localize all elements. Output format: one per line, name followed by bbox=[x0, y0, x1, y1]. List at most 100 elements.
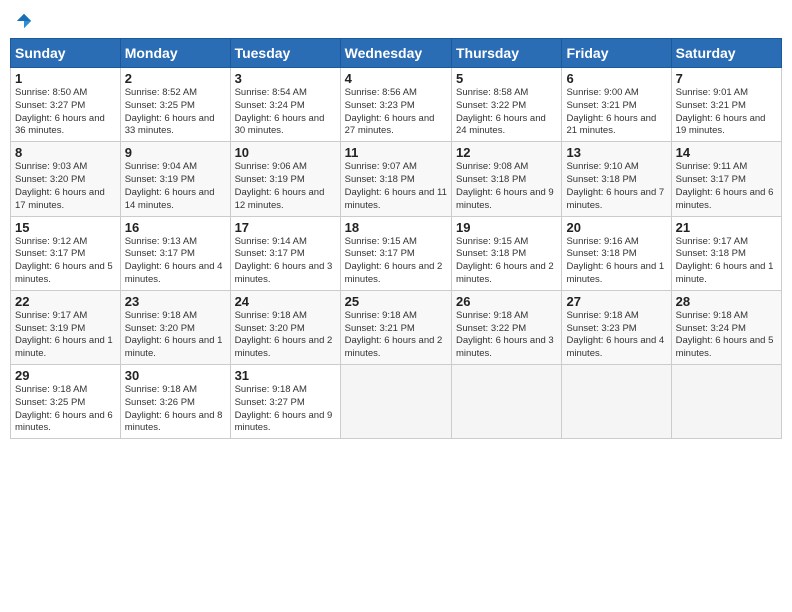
calendar-cell: 15 Sunrise: 9:12 AM Sunset: 3:17 PM Dayl… bbox=[11, 216, 121, 290]
day-info: Sunrise: 9:03 AM Sunset: 3:20 PM Dayligh… bbox=[15, 161, 116, 212]
day-info: Sunrise: 9:17 AM Sunset: 3:18 PM Dayligh… bbox=[676, 236, 777, 287]
day-number: 13 bbox=[566, 145, 666, 160]
day-number: 16 bbox=[125, 220, 226, 235]
calendar-cell: 18 Sunrise: 9:15 AM Sunset: 3:17 PM Dayl… bbox=[340, 216, 451, 290]
calendar-cell bbox=[562, 365, 671, 439]
day-number: 20 bbox=[566, 220, 666, 235]
calendar-cell: 5 Sunrise: 8:58 AM Sunset: 3:22 PM Dayli… bbox=[451, 68, 561, 142]
day-info: Sunrise: 9:06 AM Sunset: 3:19 PM Dayligh… bbox=[235, 161, 336, 212]
day-info: Sunrise: 9:18 AM Sunset: 3:25 PM Dayligh… bbox=[15, 384, 116, 435]
day-info: Sunrise: 9:16 AM Sunset: 3:18 PM Dayligh… bbox=[566, 236, 666, 287]
day-number: 14 bbox=[676, 145, 777, 160]
calendar-cell: 7 Sunrise: 9:01 AM Sunset: 3:21 PM Dayli… bbox=[671, 68, 781, 142]
col-header-wednesday: Wednesday bbox=[340, 39, 451, 68]
day-number: 23 bbox=[125, 294, 226, 309]
logo-icon bbox=[15, 12, 33, 30]
calendar-cell: 23 Sunrise: 9:18 AM Sunset: 3:20 PM Dayl… bbox=[120, 290, 230, 364]
day-number: 1 bbox=[15, 71, 116, 86]
day-info: Sunrise: 8:58 AM Sunset: 3:22 PM Dayligh… bbox=[456, 87, 557, 138]
day-number: 15 bbox=[15, 220, 116, 235]
day-info: Sunrise: 9:15 AM Sunset: 3:18 PM Dayligh… bbox=[456, 236, 557, 287]
calendar-cell bbox=[671, 365, 781, 439]
calendar-cell: 17 Sunrise: 9:14 AM Sunset: 3:17 PM Dayl… bbox=[230, 216, 340, 290]
calendar-cell: 29 Sunrise: 9:18 AM Sunset: 3:25 PM Dayl… bbox=[11, 365, 121, 439]
day-info: Sunrise: 9:08 AM Sunset: 3:18 PM Dayligh… bbox=[456, 161, 557, 212]
day-info: Sunrise: 9:14 AM Sunset: 3:17 PM Dayligh… bbox=[235, 236, 336, 287]
day-info: Sunrise: 9:18 AM Sunset: 3:27 PM Dayligh… bbox=[235, 384, 336, 435]
calendar-cell: 14 Sunrise: 9:11 AM Sunset: 3:17 PM Dayl… bbox=[671, 142, 781, 216]
calendar-cell: 4 Sunrise: 8:56 AM Sunset: 3:23 PM Dayli… bbox=[340, 68, 451, 142]
day-number: 8 bbox=[15, 145, 116, 160]
day-info: Sunrise: 9:18 AM Sunset: 3:26 PM Dayligh… bbox=[125, 384, 226, 435]
calendar-header-row: SundayMondayTuesdayWednesdayThursdayFrid… bbox=[11, 39, 782, 68]
calendar-cell: 2 Sunrise: 8:52 AM Sunset: 3:25 PM Dayli… bbox=[120, 68, 230, 142]
calendar-cell: 20 Sunrise: 9:16 AM Sunset: 3:18 PM Dayl… bbox=[562, 216, 671, 290]
day-info: Sunrise: 8:54 AM Sunset: 3:24 PM Dayligh… bbox=[235, 87, 336, 138]
calendar-cell: 30 Sunrise: 9:18 AM Sunset: 3:26 PM Dayl… bbox=[120, 365, 230, 439]
calendar-cell: 21 Sunrise: 9:17 AM Sunset: 3:18 PM Dayl… bbox=[671, 216, 781, 290]
day-number: 26 bbox=[456, 294, 557, 309]
calendar-cell: 8 Sunrise: 9:03 AM Sunset: 3:20 PM Dayli… bbox=[11, 142, 121, 216]
page-header bbox=[10, 10, 782, 30]
calendar-cell: 9 Sunrise: 9:04 AM Sunset: 3:19 PM Dayli… bbox=[120, 142, 230, 216]
day-number: 28 bbox=[676, 294, 777, 309]
calendar-week-1: 1 Sunrise: 8:50 AM Sunset: 3:27 PM Dayli… bbox=[11, 68, 782, 142]
calendar-week-2: 8 Sunrise: 9:03 AM Sunset: 3:20 PM Dayli… bbox=[11, 142, 782, 216]
day-number: 7 bbox=[676, 71, 777, 86]
day-info: Sunrise: 9:18 AM Sunset: 3:23 PM Dayligh… bbox=[566, 310, 666, 361]
logo bbox=[14, 14, 33, 30]
day-info: Sunrise: 9:18 AM Sunset: 3:20 PM Dayligh… bbox=[125, 310, 226, 361]
calendar-cell: 1 Sunrise: 8:50 AM Sunset: 3:27 PM Dayli… bbox=[11, 68, 121, 142]
day-number: 22 bbox=[15, 294, 116, 309]
day-info: Sunrise: 9:13 AM Sunset: 3:17 PM Dayligh… bbox=[125, 236, 226, 287]
calendar-cell: 22 Sunrise: 9:17 AM Sunset: 3:19 PM Dayl… bbox=[11, 290, 121, 364]
calendar-cell: 28 Sunrise: 9:18 AM Sunset: 3:24 PM Dayl… bbox=[671, 290, 781, 364]
day-number: 17 bbox=[235, 220, 336, 235]
calendar-cell: 31 Sunrise: 9:18 AM Sunset: 3:27 PM Dayl… bbox=[230, 365, 340, 439]
day-number: 12 bbox=[456, 145, 557, 160]
col-header-saturday: Saturday bbox=[671, 39, 781, 68]
day-info: Sunrise: 9:15 AM Sunset: 3:17 PM Dayligh… bbox=[345, 236, 447, 287]
col-header-sunday: Sunday bbox=[11, 39, 121, 68]
day-number: 24 bbox=[235, 294, 336, 309]
day-info: Sunrise: 8:56 AM Sunset: 3:23 PM Dayligh… bbox=[345, 87, 447, 138]
day-number: 21 bbox=[676, 220, 777, 235]
calendar-cell bbox=[451, 365, 561, 439]
day-info: Sunrise: 9:00 AM Sunset: 3:21 PM Dayligh… bbox=[566, 87, 666, 138]
calendar-cell: 11 Sunrise: 9:07 AM Sunset: 3:18 PM Dayl… bbox=[340, 142, 451, 216]
day-number: 27 bbox=[566, 294, 666, 309]
day-info: Sunrise: 9:10 AM Sunset: 3:18 PM Dayligh… bbox=[566, 161, 666, 212]
calendar-cell bbox=[340, 365, 451, 439]
col-header-friday: Friday bbox=[562, 39, 671, 68]
day-info: Sunrise: 9:18 AM Sunset: 3:20 PM Dayligh… bbox=[235, 310, 336, 361]
day-number: 6 bbox=[566, 71, 666, 86]
calendar-cell: 26 Sunrise: 9:18 AM Sunset: 3:22 PM Dayl… bbox=[451, 290, 561, 364]
day-number: 11 bbox=[345, 145, 447, 160]
day-number: 25 bbox=[345, 294, 447, 309]
day-info: Sunrise: 9:07 AM Sunset: 3:18 PM Dayligh… bbox=[345, 161, 447, 212]
calendar-week-4: 22 Sunrise: 9:17 AM Sunset: 3:19 PM Dayl… bbox=[11, 290, 782, 364]
day-info: Sunrise: 9:12 AM Sunset: 3:17 PM Dayligh… bbox=[15, 236, 116, 287]
day-number: 9 bbox=[125, 145, 226, 160]
calendar-cell: 10 Sunrise: 9:06 AM Sunset: 3:19 PM Dayl… bbox=[230, 142, 340, 216]
calendar-cell: 6 Sunrise: 9:00 AM Sunset: 3:21 PM Dayli… bbox=[562, 68, 671, 142]
day-info: Sunrise: 9:04 AM Sunset: 3:19 PM Dayligh… bbox=[125, 161, 226, 212]
day-info: Sunrise: 9:18 AM Sunset: 3:21 PM Dayligh… bbox=[345, 310, 447, 361]
day-info: Sunrise: 9:11 AM Sunset: 3:17 PM Dayligh… bbox=[676, 161, 777, 212]
col-header-monday: Monday bbox=[120, 39, 230, 68]
calendar-cell: 16 Sunrise: 9:13 AM Sunset: 3:17 PM Dayl… bbox=[120, 216, 230, 290]
day-number: 2 bbox=[125, 71, 226, 86]
calendar-table: SundayMondayTuesdayWednesdayThursdayFrid… bbox=[10, 38, 782, 439]
col-header-thursday: Thursday bbox=[451, 39, 561, 68]
calendar-cell: 13 Sunrise: 9:10 AM Sunset: 3:18 PM Dayl… bbox=[562, 142, 671, 216]
calendar-cell: 3 Sunrise: 8:54 AM Sunset: 3:24 PM Dayli… bbox=[230, 68, 340, 142]
day-number: 30 bbox=[125, 368, 226, 383]
day-number: 5 bbox=[456, 71, 557, 86]
calendar-cell: 12 Sunrise: 9:08 AM Sunset: 3:18 PM Dayl… bbox=[451, 142, 561, 216]
calendar-week-5: 29 Sunrise: 9:18 AM Sunset: 3:25 PM Dayl… bbox=[11, 365, 782, 439]
day-number: 18 bbox=[345, 220, 447, 235]
day-info: Sunrise: 9:18 AM Sunset: 3:24 PM Dayligh… bbox=[676, 310, 777, 361]
day-info: Sunrise: 9:01 AM Sunset: 3:21 PM Dayligh… bbox=[676, 87, 777, 138]
day-number: 29 bbox=[15, 368, 116, 383]
day-number: 19 bbox=[456, 220, 557, 235]
